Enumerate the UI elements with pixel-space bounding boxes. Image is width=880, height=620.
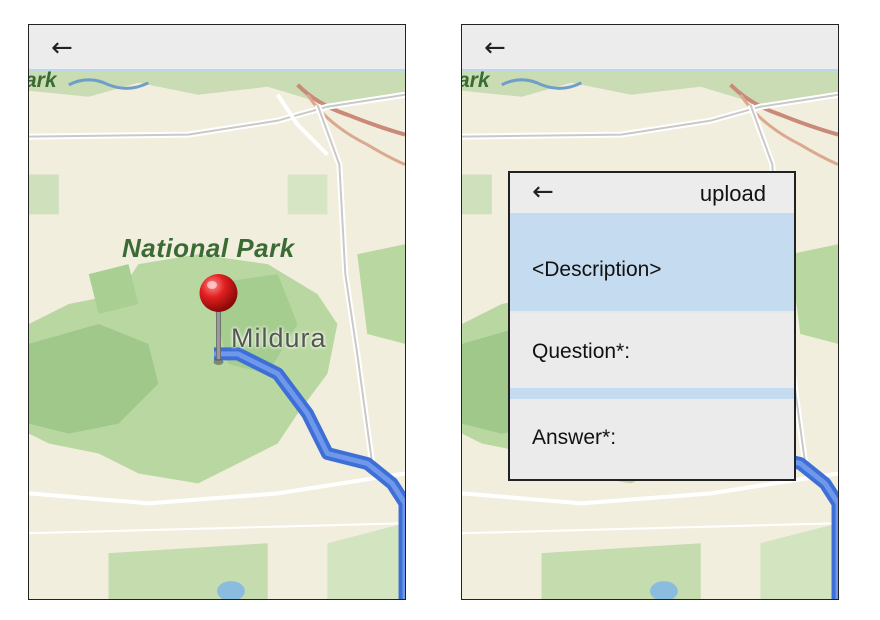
map-label-partial-park: ark [461, 69, 490, 92]
question-label: Question*: [532, 340, 631, 363]
answer-field[interactable]: Answer*: [510, 399, 794, 479]
upload-dialog: ← upload <Description> Question*: Answer… [508, 171, 796, 481]
upload-screen: ← ark ← upload <Description> Question*: … [461, 24, 839, 600]
top-bar: ← [29, 25, 405, 71]
description-box: <Description> [510, 213, 794, 311]
map-label-national-park: National Park [122, 233, 295, 263]
dialog-back-arrow-icon[interactable]: ← [532, 177, 554, 207]
description-text: <Description> [532, 258, 662, 281]
field-divider [510, 388, 794, 399]
map-label-partial-park: ark [28, 69, 57, 92]
back-arrow-icon[interactable]: ← [51, 33, 73, 63]
map-screen: ← ark National Park Mildura [28, 24, 406, 600]
top-bar: ← [462, 25, 838, 71]
dialog-header: ← upload [510, 173, 794, 213]
back-arrow-icon[interactable]: ← [484, 33, 506, 63]
answer-label: Answer*: [532, 426, 617, 449]
upload-button[interactable]: upload [700, 181, 766, 207]
map-pin-icon[interactable] [197, 272, 241, 372]
question-field[interactable]: Question*: [510, 313, 794, 388]
map-label-mildura: Mildura [231, 323, 327, 353]
